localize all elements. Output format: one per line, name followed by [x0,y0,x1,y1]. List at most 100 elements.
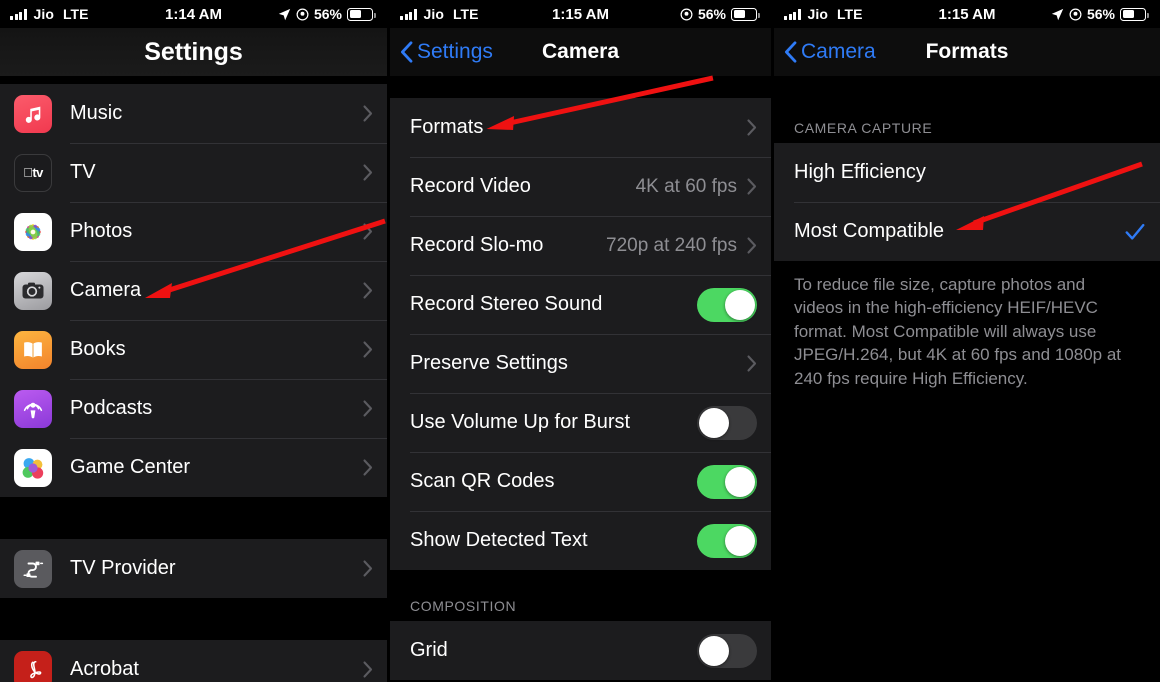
three-panel-screenshot-collage: Jio LTE 1:14 AM 56% Settings Music tv TV… [0,0,1160,682]
camera-app-icon [14,271,52,310]
sidebar-item-camera[interactable]: Camera [0,261,387,320]
chevron-right-icon [363,105,373,122]
screen-record-icon [296,8,309,20]
sidebar-item-tv-provider[interactable]: TV Provider [0,539,387,598]
location-arrow-icon [1051,8,1064,20]
record-stereo-sound-toggle[interactable] [697,287,757,322]
page-title: Settings [144,37,243,66]
panel-formats: Jio LTE 1:15 AM 56% Camera Formats CAMER… [774,0,1160,682]
sidebar-item-label: Camera [70,279,142,301]
music-app-icon [14,94,52,133]
section-gap [0,497,387,539]
sidebar-item-game-center[interactable]: Game Center [0,438,387,497]
list-item-grid[interactable]: Grid [390,621,771,680]
back-button[interactable]: Camera [784,40,876,64]
back-button-label: Settings [417,40,493,63]
chevron-right-icon [747,178,757,195]
tv-provider-app-icon [14,549,52,588]
podcasts-app-icon [14,389,52,428]
sidebar-item-podcasts[interactable]: Podcasts [0,379,387,438]
battery-icon [347,7,376,21]
list-item-use-volume-up-for-burst[interactable]: Use Volume Up for Burst [390,393,771,452]
sidebar-item-label: Acrobat [70,658,139,680]
status-bar-left: Jio LTE [784,6,862,22]
status-bar-panel2: Jio LTE 1:15 AM 56% [390,0,771,28]
battery-percentage-label: 56% [313,6,342,22]
sidebar-item-label: Game Center [70,456,191,478]
chevron-right-icon [747,237,757,254]
network-type-label: LTE [63,6,89,22]
list-item-most-compatible[interactable]: Most Compatible [774,202,1160,261]
chevron-right-icon [747,119,757,136]
chevron-right-icon [747,355,757,372]
sidebar-item-music[interactable]: Music [0,84,387,143]
row-label: High Efficiency [794,161,926,183]
list-item-preserve-settings[interactable]: Preserve Settings [390,334,771,393]
sidebar-item-books[interactable]: Books [0,320,387,379]
row-label: Scan QR Codes [410,470,555,492]
navbar-camera: Settings Camera [390,28,771,76]
status-bar-panel3: Jio LTE 1:15 AM 56% [774,0,1160,28]
back-button-label: Camera [801,40,876,63]
back-button[interactable]: Settings [400,40,493,64]
scan-qr-codes-toggle[interactable] [697,464,757,499]
row-value: 720p at 240 fps [606,234,737,256]
status-bar-panel1: Jio LTE 1:14 AM 56% [0,0,387,28]
navbar-settings: Settings [0,28,387,76]
status-bar-left: Jio LTE [400,6,478,22]
grid-toggle[interactable] [697,633,757,668]
row-label: Record Video [410,175,531,197]
chevron-left-icon [785,41,797,63]
chevron-right-icon [363,164,373,181]
books-app-icon [14,330,52,369]
status-bar-right: 56% [278,6,376,22]
sidebar-item-acrobat[interactable]: Acrobat [0,640,387,682]
row-label: Show Detected Text [410,529,588,551]
chevron-right-icon [363,661,373,678]
sidebar-item-label: Books [70,338,126,360]
settings-tv-provider-list: TV Provider [0,539,387,598]
network-type-label: LTE [837,6,863,22]
sidebar-item-label: Photos [70,220,133,242]
list-item-scan-qr-codes[interactable]: Scan QR Codes [390,452,771,511]
location-arrow-icon [278,8,291,20]
chevron-right-icon [363,341,373,358]
chevron-right-icon [363,282,373,299]
game-center-app-icon [14,448,52,487]
show-detected-text-toggle[interactable] [697,523,757,558]
sidebar-item-label: TV [70,161,96,183]
list-item-record-video[interactable]: Record Video 4K at 60 fps [390,157,771,216]
battery-icon [731,7,760,21]
row-label: Grid [410,639,448,661]
checkmark-icon [1125,223,1145,240]
list-item-record-stereo-sound[interactable]: Record Stereo Sound [390,275,771,334]
cellular-signal-icon [400,8,417,20]
row-label: Formats [410,116,484,138]
carrier-label: Jio [807,6,829,22]
battery-percentage-label: 56% [697,6,726,22]
composition-list: Grid [390,621,771,680]
chevron-right-icon [363,400,373,417]
section-header-camera-capture: CAMERA CAPTURE [774,76,1160,143]
photos-app-icon [14,212,52,251]
screen-record-icon [1069,8,1082,20]
use-volume-up-for-burst-toggle[interactable] [697,405,757,440]
carrier-label: Jio [33,6,55,22]
list-item-high-efficiency[interactable]: High Efficiency [774,143,1160,202]
list-item-record-slo-mo[interactable]: Record Slo-mo 720p at 240 fps [390,216,771,275]
list-item-formats[interactable]: Formats [390,98,771,157]
chevron-right-icon [363,223,373,240]
section-gap [390,76,771,98]
sidebar-item-photos[interactable]: Photos [0,202,387,261]
section-gap [0,76,387,84]
status-bar-left: Jio LTE [10,6,88,22]
row-label: Record Slo-mo [410,234,544,256]
sidebar-item-tv[interactable]: tv TV [0,143,387,202]
status-bar-right: 56% [1051,6,1149,22]
cellular-signal-icon [784,8,801,20]
settings-third-party-list: Acrobat [0,640,387,682]
chevron-left-icon [401,41,413,63]
settings-apps-list: Music tv TV [0,84,387,497]
list-item-show-detected-text[interactable]: Show Detected Text [390,511,771,570]
row-label: Most Compatible [794,220,945,242]
